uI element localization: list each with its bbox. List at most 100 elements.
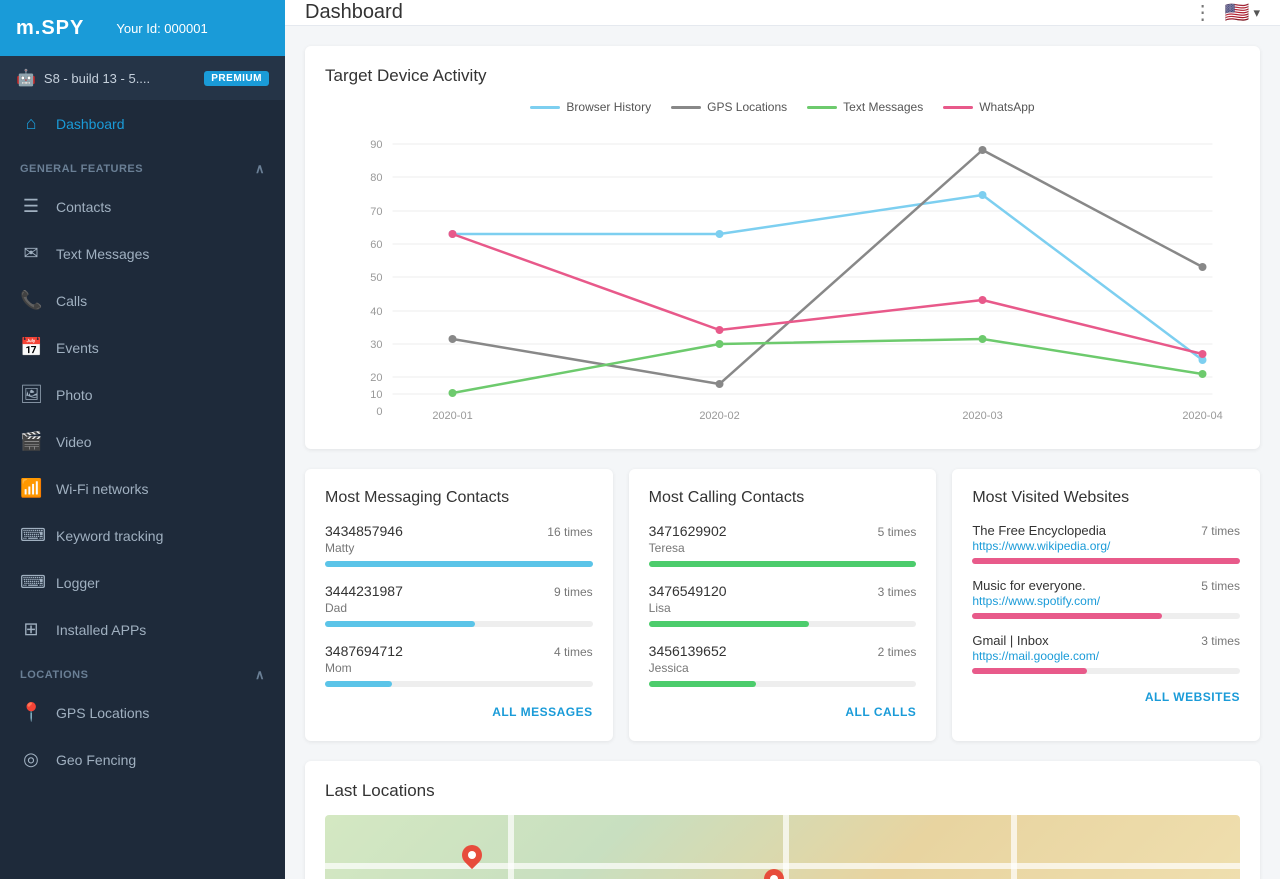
all-websites-link[interactable]: ALL WEBSITES: [1145, 690, 1240, 704]
website-times: 7 times: [1201, 524, 1240, 538]
device-bar[interactable]: 🤖 S8 - build 13 - 5.... PREMIUM: [0, 56, 285, 100]
more-options-icon[interactable]: ⋮: [1193, 0, 1213, 25]
sidebar-item-photo[interactable]: 🖼 Photo: [0, 371, 285, 418]
svg-text:2020-01: 2020-01: [432, 410, 472, 422]
activity-chart-svg: 90 80 70 60 50 40 30 20 10 0 2020-01 202…: [325, 124, 1240, 424]
legend-label: Browser History: [566, 100, 651, 114]
sidebar-item-geo-fencing[interactable]: ◎ Geo Fencing: [0, 736, 285, 783]
svg-text:60: 60: [370, 239, 382, 251]
cards-row: Most Messaging Contacts 3434857946 16 ti…: [305, 469, 1260, 741]
legend-color-gps: [671, 106, 701, 109]
contact-entry: 3444231987 9 times Dad: [325, 583, 593, 627]
sidebar-item-installed-apps[interactable]: ⊞ Installed APPs: [0, 606, 285, 653]
sidebar-item-video[interactable]: 🎬 Video: [0, 418, 285, 465]
all-messages-link[interactable]: ALL MESSAGES: [492, 705, 592, 719]
svg-text:0: 0: [376, 406, 382, 418]
sidebar-item-logger[interactable]: ⌨ Logger: [0, 559, 285, 606]
svg-text:50: 50: [370, 272, 382, 284]
chart-legend: Browser History GPS Locations Text Messa…: [325, 100, 1240, 114]
calling-contacts-card: Most Calling Contacts 3471629902 5 times…: [629, 469, 937, 741]
svg-text:2020-02: 2020-02: [699, 410, 739, 422]
sidebar-item-label: Text Messages: [56, 246, 149, 262]
all-messages-link-wrap: ALL MESSAGES: [325, 703, 593, 721]
last-locations-card: Last Locations: [305, 761, 1260, 879]
events-icon: 📅: [20, 337, 42, 358]
content-area: Target Device Activity Browser History G…: [285, 26, 1280, 879]
sidebar-item-gps[interactable]: 📍 GPS Locations: [0, 689, 285, 736]
contact-name: Jessica: [649, 661, 917, 675]
sidebar-item-label: Logger: [56, 575, 100, 591]
contact-number: 3487694712: [325, 643, 403, 659]
photo-icon: 🖼: [20, 384, 42, 405]
contact-name: Teresa: [649, 541, 917, 555]
contacts-icon: ☰: [20, 196, 42, 217]
contact-entry: 3456139652 2 times Jessica: [649, 643, 917, 687]
sidebar-item-text-messages[interactable]: ✉ Text Messages: [0, 230, 285, 277]
sidebar-item-events[interactable]: 📅 Events: [0, 324, 285, 371]
svg-text:80: 80: [370, 172, 382, 184]
apps-icon: ⊞: [20, 619, 42, 640]
sidebar-item-label: Photo: [56, 387, 93, 403]
sidebar: m.SPY Your Id: 000001 🤖 S8 - build 13 - …: [0, 0, 285, 879]
language-selector[interactable]: 🇺🇸 ▾: [1225, 0, 1260, 25]
sidebar-header: m.SPY Your Id: 000001: [0, 0, 285, 56]
website-entry: The Free Encyclopedia https://www.wikipe…: [972, 523, 1240, 564]
user-id: Your Id: 000001: [116, 21, 207, 36]
map-preview: [325, 815, 1240, 879]
contact-number: 3434857946: [325, 523, 403, 539]
contact-times: 3 times: [878, 585, 917, 599]
geo-icon: ◎: [20, 749, 42, 770]
legend-text-messages: Text Messages: [807, 100, 923, 114]
video-icon: 🎬: [20, 431, 42, 452]
website-url[interactable]: https://mail.google.com/: [972, 649, 1099, 663]
svg-text:90: 90: [370, 139, 382, 151]
sidebar-item-label: Keyword tracking: [56, 528, 163, 544]
chevron-down-icon: ▾: [1253, 5, 1260, 21]
svg-text:10: 10: [370, 389, 382, 401]
all-websites-link-wrap: ALL WEBSITES: [972, 688, 1240, 706]
sidebar-item-calls[interactable]: 📞 Calls: [0, 277, 285, 324]
all-calls-link[interactable]: ALL CALLS: [845, 705, 916, 719]
topbar: Dashboard ⋮ 🇺🇸 ▾: [285, 0, 1280, 26]
contact-name: Dad: [325, 601, 593, 615]
contact-times: 5 times: [878, 525, 917, 539]
map-road-vertical: [508, 815, 514, 879]
locations-label: LOCATIONS ∧: [0, 653, 285, 689]
website-entry: Music for everyone. https://www.spotify.…: [972, 578, 1240, 619]
main-content: Dashboard ⋮ 🇺🇸 ▾ Target Device Activity …: [285, 0, 1280, 879]
chart-svg-wrap: 90 80 70 60 50 40 30 20 10 0 2020-01 202…: [325, 124, 1240, 429]
legend-label: Text Messages: [843, 100, 923, 114]
svg-text:70: 70: [370, 206, 382, 218]
messaging-card-title: Most Messaging Contacts: [325, 489, 593, 507]
svg-text:40: 40: [370, 306, 382, 318]
contact-number: 3456139652: [649, 643, 727, 659]
last-locations-title: Last Locations: [325, 781, 1240, 801]
sidebar-item-dashboard[interactable]: ⌂ Dashboard: [0, 100, 285, 147]
map-road-vertical-2: [783, 815, 789, 879]
website-url[interactable]: https://www.wikipedia.org/: [972, 539, 1110, 553]
gps-icon: 📍: [20, 702, 42, 723]
sidebar-item-label: Calls: [56, 293, 87, 309]
sidebar-item-label: GPS Locations: [56, 705, 149, 721]
legend-color-whatsapp: [943, 106, 973, 109]
sidebar-item-contacts[interactable]: ☰ Contacts: [0, 183, 285, 230]
contact-number: 3444231987: [325, 583, 403, 599]
logo: m.SPY: [16, 17, 84, 40]
legend-browser-history: Browser History: [530, 100, 651, 114]
sidebar-item-label: Wi-Fi networks: [56, 481, 149, 497]
sidebar-item-wifi[interactable]: 📶 Wi-Fi networks: [0, 465, 285, 512]
sidebar-item-keyword-tracking[interactable]: ⌨ Keyword tracking: [0, 512, 285, 559]
svg-text:30: 30: [370, 339, 382, 351]
legend-whatsapp: WhatsApp: [943, 100, 1034, 114]
website-times: 3 times: [1201, 634, 1240, 648]
sidebar-item-label: Contacts: [56, 199, 111, 215]
website-entry: Gmail | Inbox https://mail.google.com/ 3…: [972, 633, 1240, 674]
contact-name: Matty: [325, 541, 593, 555]
website-url[interactable]: https://www.spotify.com/: [972, 594, 1100, 608]
keyword-icon: ⌨: [20, 525, 42, 546]
contact-name: Mom: [325, 661, 593, 675]
legend-color-browser: [530, 106, 560, 109]
websites-card-title: Most Visited Websites: [972, 489, 1240, 507]
messaging-contacts-card: Most Messaging Contacts 3434857946 16 ti…: [305, 469, 613, 741]
general-features-label: GENERAL FEATURES ∧: [0, 147, 285, 183]
